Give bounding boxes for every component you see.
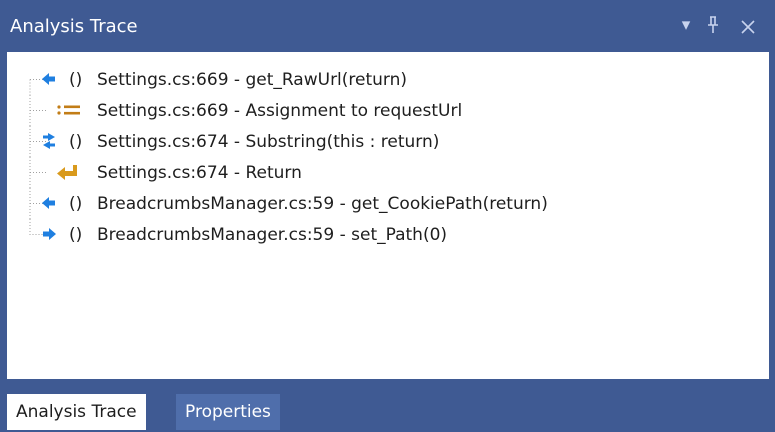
assignment-icon bbox=[57, 105, 80, 115]
trace-tree-panel: () Settings.cs:669 - get_RawUrl(return) … bbox=[7, 52, 769, 379]
chevron-down-icon[interactable]: ▾ bbox=[675, 11, 697, 39]
pin-icon[interactable] bbox=[701, 11, 725, 39]
method-this-return-icon bbox=[43, 133, 55, 149]
close-icon[interactable] bbox=[731, 11, 765, 39]
trace-item-paren: () bbox=[69, 225, 83, 245]
trace-item[interactable]: () BreadcrumbsManager.cs:59 - get_Cookie… bbox=[29, 188, 759, 219]
bottom-tab-bar: Analysis Trace Properties bbox=[0, 380, 775, 432]
panel-title: Analysis Trace bbox=[10, 16, 138, 37]
trace-item[interactable]: () Settings.cs:669 - get_RawUrl(return) bbox=[29, 64, 759, 95]
trace-item-paren: () bbox=[69, 132, 83, 152]
tab-properties[interactable]: Properties bbox=[176, 394, 280, 430]
method-argument-icon bbox=[43, 228, 56, 240]
trace-item-label: BreadcrumbsManager.cs:59 - set_Path(0) bbox=[97, 225, 448, 245]
trace-item-label: Settings.cs:669 - Assignment to requestU… bbox=[97, 101, 463, 121]
trace-tree: () Settings.cs:669 - get_RawUrl(return) … bbox=[29, 64, 759, 250]
trace-item-label: BreadcrumbsManager.cs:59 - get_CookiePat… bbox=[97, 194, 548, 214]
trace-item-label: Settings.cs:674 - Substring(this : retur… bbox=[97, 132, 440, 152]
panel-titlebar: Analysis Trace ▾ bbox=[0, 0, 775, 52]
trace-item-label: Settings.cs:674 - Return bbox=[97, 163, 302, 183]
method-return-icon bbox=[42, 73, 55, 85]
trace-item-label: Settings.cs:669 - get_RawUrl(return) bbox=[97, 70, 408, 90]
analysis-trace-window: Analysis Trace ▾ () Settings.cs:669 - ge… bbox=[0, 0, 775, 432]
tab-analysis-trace[interactable]: Analysis Trace bbox=[7, 394, 146, 430]
trace-item[interactable]: Settings.cs:674 - Return bbox=[29, 157, 759, 188]
trace-item[interactable]: () Settings.cs:674 - Substring(this : re… bbox=[29, 126, 759, 157]
trace-item-paren: () bbox=[69, 70, 83, 90]
trace-item[interactable]: Settings.cs:669 - Assignment to requestU… bbox=[29, 95, 759, 126]
return-statement-icon bbox=[57, 165, 77, 180]
method-return-icon bbox=[42, 197, 55, 209]
trace-item[interactable]: () BreadcrumbsManager.cs:59 - set_Path(0… bbox=[29, 219, 759, 250]
trace-item-paren: () bbox=[69, 194, 83, 214]
